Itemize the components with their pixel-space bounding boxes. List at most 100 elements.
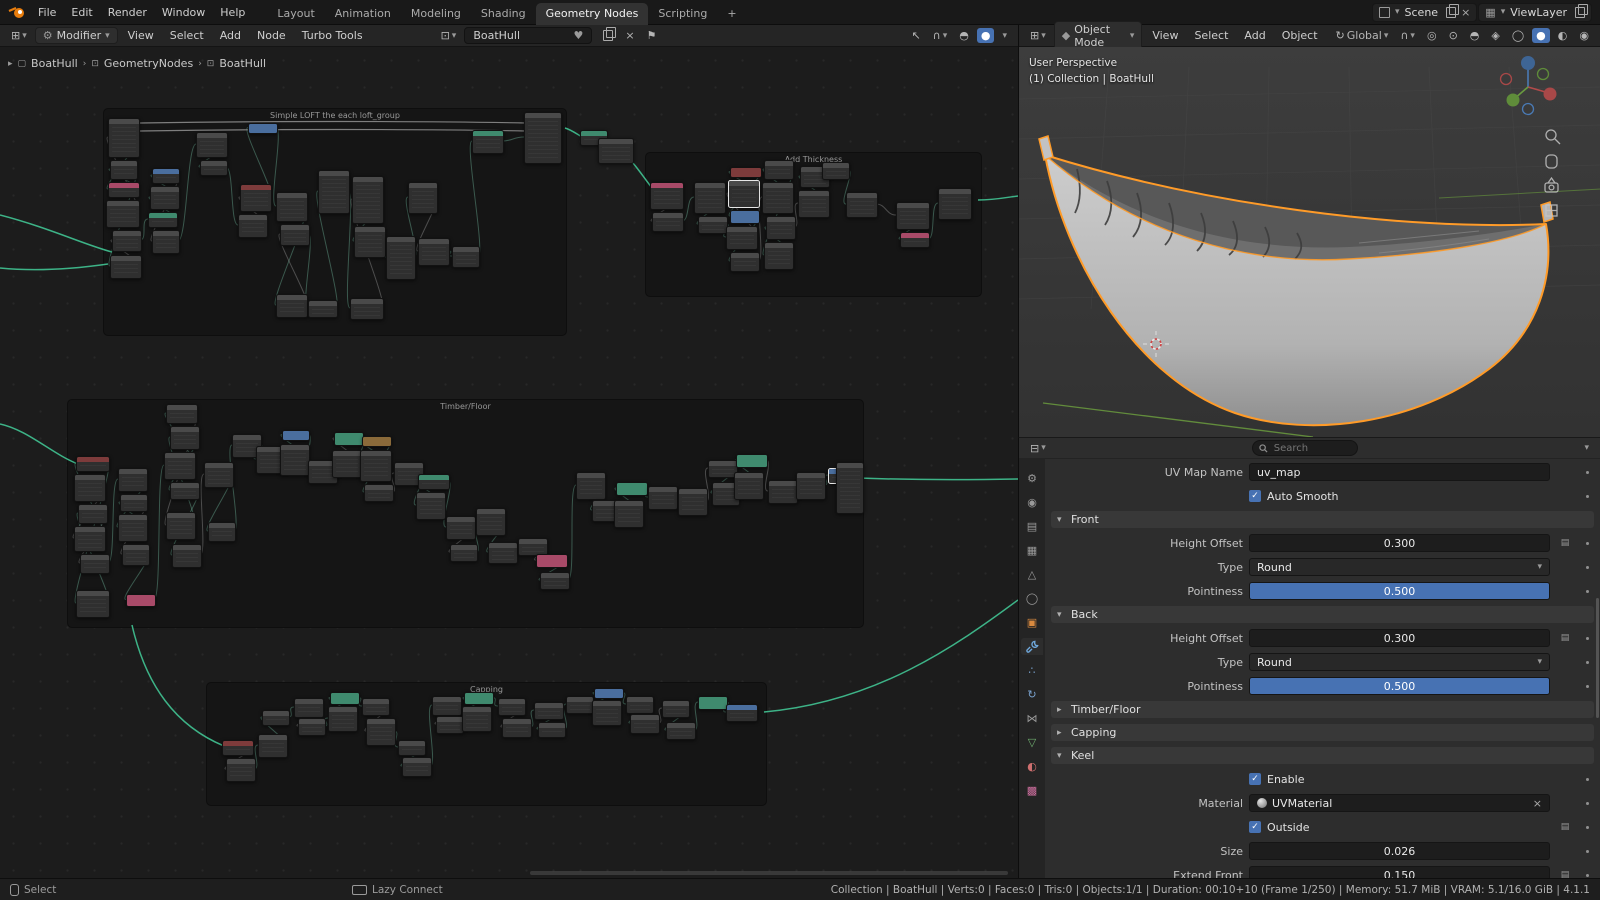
graph-node[interactable] <box>166 512 196 540</box>
graph-node[interactable] <box>332 450 362 478</box>
input-attach-icon[interactable]: ▤ <box>1556 633 1574 643</box>
graph-node[interactable] <box>726 704 758 722</box>
animate-decorator[interactable] <box>1580 495 1594 498</box>
graph-node[interactable] <box>122 544 150 566</box>
graph-node[interactable] <box>76 590 110 618</box>
tab-world[interactable]: ◯ <box>1021 590 1043 607</box>
tab-scene[interactable]: △ <box>1021 566 1043 583</box>
graph-node[interactable] <box>362 698 390 716</box>
graph-node[interactable] <box>698 216 728 234</box>
graph-node[interactable] <box>418 474 450 490</box>
graph-node[interactable] <box>502 718 532 738</box>
scene-copy-icon[interactable] <box>1446 7 1456 18</box>
editor-type-icon[interactable]: ⊞▾ <box>1026 28 1050 43</box>
graph-node[interactable] <box>798 190 830 218</box>
graph-node[interactable] <box>594 688 624 699</box>
graph-node[interactable] <box>262 710 290 726</box>
animate-decorator[interactable] <box>1580 826 1594 829</box>
graph-node[interactable] <box>796 472 826 500</box>
graph-node[interactable] <box>258 734 288 758</box>
graph-node[interactable] <box>436 716 464 734</box>
snap-magnet-icon[interactable]: ∩▾ <box>1396 28 1419 43</box>
graph-node[interactable] <box>432 696 462 716</box>
menu-vp-add[interactable]: Add <box>1238 27 1271 44</box>
graph-node[interactable] <box>534 702 564 720</box>
graph-node[interactable] <box>464 692 494 705</box>
tab-material[interactable]: ◐ <box>1021 758 1043 775</box>
graph-node[interactable] <box>836 462 864 514</box>
menu-ne-add[interactable]: Add <box>214 27 247 44</box>
animate-decorator[interactable] <box>1580 874 1594 877</box>
front-pointiness-slider[interactable]: 0.500 <box>1249 582 1550 600</box>
transform-orientation-dropdown[interactable]: ↻ Global▾ <box>1332 28 1393 43</box>
graph-node[interactable] <box>226 758 256 782</box>
graph-node[interactable] <box>766 216 796 240</box>
menu-render[interactable]: Render <box>101 3 154 22</box>
tab-modifiers[interactable] <box>1021 638 1043 655</box>
graph-node[interactable] <box>110 160 138 180</box>
shading-wireframe-icon[interactable]: ◯ <box>1508 28 1528 43</box>
graph-node[interactable] <box>734 472 764 500</box>
graph-node[interactable] <box>846 192 878 218</box>
shading-material-icon[interactable]: ◐ <box>1554 28 1572 43</box>
graph-node[interactable] <box>280 224 310 246</box>
editor-options-icon[interactable]: ▾ <box>998 30 1011 42</box>
tab-scripting[interactable]: Scripting <box>648 3 717 25</box>
breadcrumb-item[interactable]: BoatHull <box>31 57 78 70</box>
tab-view-layer[interactable]: ▦ <box>1021 542 1043 559</box>
graph-node[interactable] <box>386 236 416 280</box>
auto-smooth-checkbox[interactable] <box>1249 490 1261 502</box>
animate-decorator[interactable] <box>1580 661 1594 664</box>
graph-node[interactable] <box>402 757 432 777</box>
section-timber-floor[interactable]: ▸ Timber/Floor <box>1051 701 1594 718</box>
overlays-icon[interactable]: ◓ <box>955 28 973 43</box>
graph-node[interactable] <box>498 698 526 716</box>
section-keel[interactable]: ▾ Keel <box>1051 747 1594 764</box>
parent-tree-icon[interactable]: ↖ <box>907 28 924 43</box>
tab-layout[interactable]: Layout <box>267 3 324 25</box>
node-tree-selector[interactable]: BoatHull ♥ <box>464 27 592 44</box>
menu-vp-view[interactable]: View <box>1146 27 1184 44</box>
graph-node[interactable] <box>308 300 338 318</box>
menu-window[interactable]: Window <box>155 3 212 22</box>
keel-outside-checkbox[interactable] <box>1249 821 1261 833</box>
graph-node[interactable] <box>280 444 310 476</box>
material-unlink-icon[interactable]: × <box>1533 797 1542 810</box>
scene-unlink-icon[interactable]: × <box>1461 6 1470 19</box>
animate-decorator[interactable] <box>1580 590 1594 593</box>
graph-node[interactable] <box>150 186 180 210</box>
graph-node[interactable] <box>74 526 106 552</box>
graph-node[interactable] <box>108 182 140 198</box>
graph-node[interactable] <box>148 212 178 228</box>
graph-node[interactable] <box>616 482 648 496</box>
snap-icon[interactable]: ∩▾ <box>929 28 952 43</box>
graph-node[interactable] <box>698 696 728 710</box>
graph-node[interactable] <box>822 162 850 180</box>
menu-file[interactable]: File <box>31 3 63 22</box>
animate-decorator[interactable] <box>1580 850 1594 853</box>
graph-node[interactable] <box>330 692 360 705</box>
section-back[interactable]: ▾ Back <box>1051 606 1594 623</box>
properties-options-icon[interactable]: ▾ <box>1580 442 1593 454</box>
graph-node[interactable] <box>488 542 518 564</box>
graph-node[interactable] <box>536 554 568 568</box>
graph-node[interactable] <box>652 212 684 232</box>
graph-node[interactable] <box>666 722 696 740</box>
menu-ne-turbo-tools[interactable]: Turbo Tools <box>296 27 369 44</box>
graph-node[interactable] <box>566 696 594 714</box>
node-tree-type-icon[interactable]: ⊡▾ <box>437 28 461 43</box>
graph-node[interactable] <box>328 706 358 732</box>
graph-node[interactable] <box>170 426 200 450</box>
menu-help[interactable]: Help <box>213 3 252 22</box>
graph-node[interactable] <box>730 252 760 272</box>
proportional-edit-icon[interactable]: ◎ <box>1423 28 1441 43</box>
graph-node[interactable] <box>112 230 142 252</box>
graph-node[interactable] <box>126 594 156 607</box>
front-type-dropdown[interactable]: Round▾ <box>1249 558 1550 576</box>
graph-node[interactable] <box>120 494 148 512</box>
graph-node[interactable] <box>476 508 506 536</box>
graph-node[interactable] <box>662 700 690 718</box>
graph-node[interactable] <box>152 230 180 254</box>
graph-node[interactable] <box>110 255 142 279</box>
search-input[interactable] <box>1272 442 1346 455</box>
